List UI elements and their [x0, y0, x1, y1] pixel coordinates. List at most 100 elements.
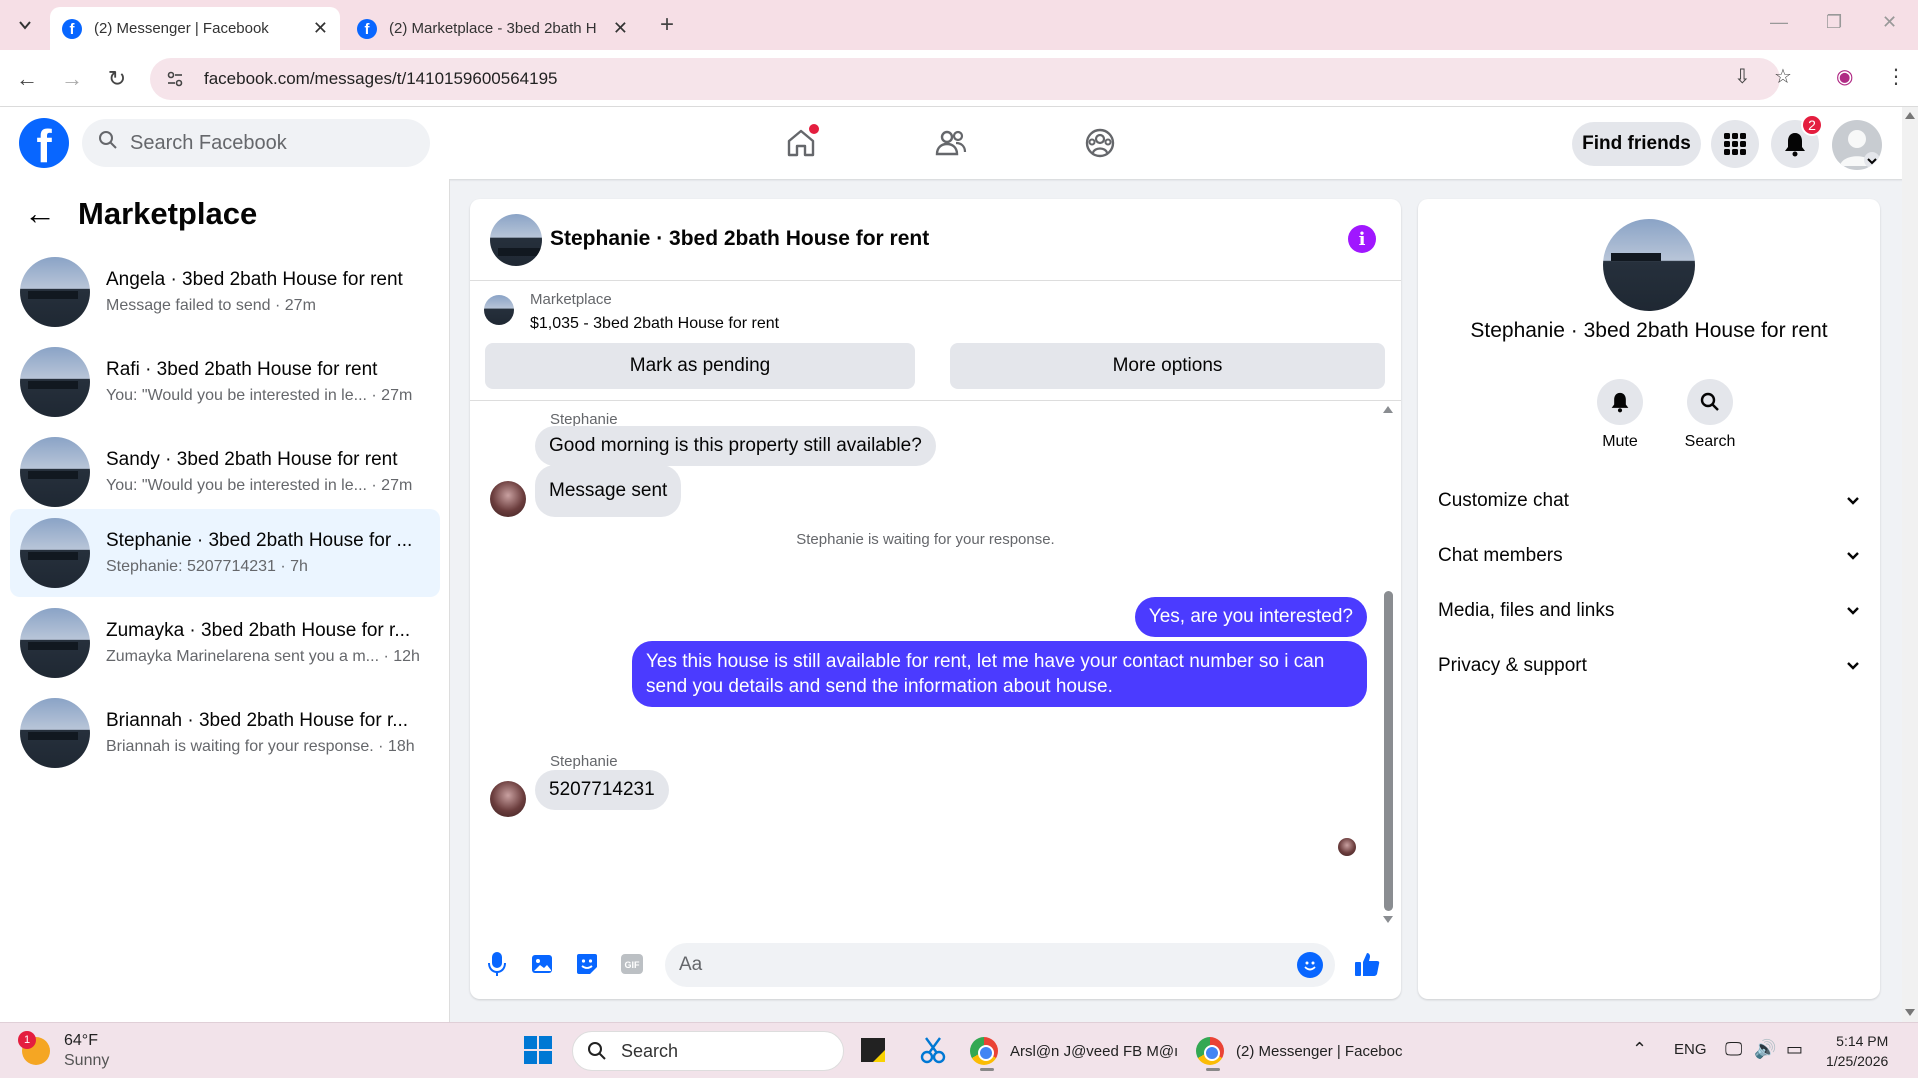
show-hidden-icons-chevron-up-icon[interactable]: ⌃: [1632, 1039, 1647, 1060]
listing-title[interactable]: $1,035 - 3bed 2bath House for rent: [530, 315, 779, 333]
section-label: Chat members: [1438, 545, 1563, 566]
facebook-favicon-icon: f: [357, 18, 377, 39]
conversation-item-briannah[interactable]: Briannah · 3bed 2bath House for r... Bri…: [10, 689, 440, 777]
new-tab-button[interactable]: +: [652, 10, 682, 40]
weather-widget[interactable]: 1 64°F Sunny: [18, 1031, 110, 1071]
sticker-button[interactable]: [572, 949, 602, 979]
url-field[interactable]: facebook.com/messages/t/1410159600564195: [150, 58, 1780, 100]
listing-thumbnail[interactable]: [484, 295, 514, 325]
conversation-name: Angela · 3bed 2bath House for rent: [106, 269, 403, 290]
chat-details-panel: Stephanie · 3bed 2bath House for rent Mu…: [1418, 199, 1880, 999]
tab-search-dropdown-button[interactable]: [10, 10, 40, 40]
groups-icon: [1085, 128, 1115, 158]
network-icon[interactable]: 🖵: [1725, 1039, 1742, 1060]
scrollbar-thumb[interactable]: [1384, 591, 1393, 911]
facebook-header: f Search Facebook Find friends 2: [0, 107, 1918, 179]
gif-button[interactable]: GIF: [617, 949, 647, 979]
mark-as-pending-button[interactable]: Mark as pending: [485, 343, 915, 389]
conversation-item-stephanie[interactable]: Stephanie · 3bed 2bath House for ... Ste…: [10, 509, 440, 597]
incoming-message[interactable]: 5207714231: [535, 770, 669, 810]
chat-title[interactable]: Stephanie · 3bed 2bath House for rent: [550, 227, 929, 251]
bookmark-star-icon[interactable]: ☆: [1774, 64, 1792, 89]
attach-photo-button[interactable]: [527, 949, 557, 979]
weather-desc: Sunny: [64, 1052, 110, 1069]
search-placeholder: Search Facebook: [130, 131, 287, 154]
account-avatar[interactable]: [1832, 120, 1882, 170]
close-tab-icon[interactable]: ✕: [313, 18, 328, 39]
close-window-icon[interactable]: ✕: [1882, 12, 1897, 33]
menu-button[interactable]: [1711, 120, 1759, 168]
home-nav-button[interactable]: [779, 121, 823, 165]
contact-avatar[interactable]: [1603, 219, 1695, 311]
language-indicator[interactable]: ENG: [1674, 1041, 1707, 1058]
media-files-links-section[interactable]: Media, files and links: [1438, 586, 1860, 636]
volume-icon[interactable]: 🔊: [1754, 1039, 1776, 1060]
profile-icon[interactable]: ◉: [1836, 64, 1853, 89]
sender-avatar[interactable]: [490, 781, 526, 817]
taskbar-app-title: (2) Messenger | Faceboc: [1236, 1042, 1403, 1060]
chat-members-section[interactable]: Chat members: [1438, 531, 1860, 581]
outgoing-message[interactable]: Yes, are you interested?: [1134, 597, 1367, 637]
conversation-info-icon[interactable]: i: [1348, 225, 1376, 253]
page-scrollbar[interactable]: [1902, 107, 1918, 1022]
friends-nav-button[interactable]: [929, 121, 973, 165]
running-indicator: [980, 1068, 994, 1071]
snipping-tool-icon[interactable]: [918, 1035, 948, 1065]
back-button[interactable]: ←: [12, 64, 42, 94]
conversation-item-angela[interactable]: Angela · 3bed 2bath House for rent Messa…: [10, 248, 440, 336]
customize-chat-section[interactable]: Customize chat: [1438, 476, 1860, 526]
grid-menu-icon: [1724, 133, 1746, 155]
minimize-icon[interactable]: —: [1770, 12, 1788, 33]
privacy-support-section[interactable]: Privacy & support: [1438, 641, 1860, 691]
close-tab-icon[interactable]: ✕: [613, 18, 628, 39]
groups-nav-button[interactable]: [1078, 121, 1122, 165]
start-button[interactable]: [523, 1035, 553, 1065]
message-input[interactable]: Aa: [665, 943, 1335, 987]
conversation-item-rafi[interactable]: Rafi · 3bed 2bath House for rent You: "W…: [10, 338, 440, 426]
incoming-message[interactable]: Good morning is this property still avai…: [535, 426, 936, 466]
gif-icon: GIF: [621, 954, 643, 974]
conversation-item-sandy[interactable]: Sandy · 3bed 2bath House for rent You: "…: [10, 428, 440, 516]
taskbar-chrome-app-2[interactable]: (2) Messenger | Faceboc: [1196, 1031, 1402, 1071]
find-friends-button[interactable]: Find friends: [1572, 122, 1701, 166]
taskbar-search[interactable]: Search: [572, 1031, 844, 1071]
sticky-notes-icon[interactable]: [860, 1037, 886, 1063]
browser-tab-marketplace[interactable]: f (2) Marketplace - 3bed 2bath H ✕: [345, 7, 640, 50]
emoji-icon[interactable]: [1297, 952, 1323, 978]
notifications-button[interactable]: 2: [1771, 114, 1823, 168]
search-in-conversation-button[interactable]: Search: [1670, 379, 1750, 451]
browser-menu-icon[interactable]: ⋮: [1886, 64, 1906, 89]
facebook-search-field[interactable]: Search Facebook: [82, 119, 430, 167]
windows-taskbar: 1 64°F Sunny Search Arsl@n J@veed FB M@ı…: [0, 1022, 1918, 1078]
install-app-icon[interactable]: ⇩: [1734, 64, 1751, 89]
site-settings-icon[interactable]: [164, 68, 186, 90]
sender-avatar[interactable]: [490, 481, 526, 517]
default-avatar-icon: [1840, 130, 1880, 168]
conversation-item-zumayka[interactable]: Zumayka · 3bed 2bath House for r... Zuma…: [10, 599, 440, 687]
forward-button[interactable]: →: [57, 64, 87, 94]
like-button[interactable]: [1352, 949, 1382, 979]
search-icon: [98, 130, 118, 156]
taskbar-chrome-app-1[interactable]: Arsl@n J@veed FB M@ı: [970, 1031, 1178, 1071]
back-arrow-icon[interactable]: ←: [24, 195, 56, 232]
facebook-logo-icon[interactable]: f: [19, 118, 69, 168]
clock[interactable]: 5:14 PM 1/25/2026: [1826, 1031, 1888, 1071]
reload-button[interactable]: ↻: [102, 64, 132, 94]
chevron-down-icon: [19, 21, 31, 30]
incoming-message[interactable]: Message sent: [535, 465, 682, 517]
battery-icon[interactable]: ▭: [1786, 1039, 1803, 1060]
weather-alert-badge: 1: [18, 1031, 36, 1049]
chevron-down-icon: [1847, 552, 1859, 560]
chat-avatar[interactable]: [490, 214, 542, 266]
tab-title: (2) Messenger | Facebook: [94, 20, 269, 37]
marketplace-label: Marketplace: [530, 291, 612, 308]
mute-button[interactable]: Mute: [1580, 379, 1660, 451]
section-label: Privacy & support: [1438, 655, 1587, 676]
message-thread[interactable]: Stephanie Good morning is this property …: [470, 401, 1401, 931]
browser-tab-messenger[interactable]: f (2) Messenger | Facebook ✕: [50, 7, 340, 50]
voice-clip-button[interactable]: [482, 949, 512, 979]
outgoing-message[interactable]: Yes this house is still available for re…: [632, 641, 1367, 707]
message-scrollbar[interactable]: [1381, 401, 1395, 931]
restore-icon[interactable]: ❐: [1826, 12, 1842, 33]
more-options-button[interactable]: More options: [950, 343, 1385, 389]
